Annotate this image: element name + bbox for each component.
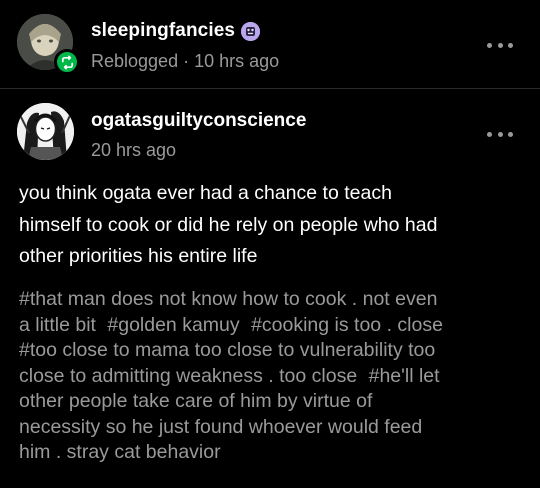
blog-badge-icon [241, 21, 261, 41]
tag-line: him . stray cat behavior [19, 440, 529, 466]
tag-link[interactable]: #cooking is too . close [251, 314, 443, 336]
tag-line: necessity so he just found whoever would… [19, 415, 529, 441]
post: sleepingfancies Reblogged · 10 hrs ago o… [0, 0, 540, 488]
tag-line: other people take care of him by virtue … [19, 389, 529, 415]
tag-link[interactable]: a little bit [19, 314, 96, 336]
tag-link[interactable]: #he'll let [369, 365, 440, 387]
more-options-icon[interactable] [487, 41, 513, 49]
tag-link[interactable]: him . stray cat behavior [19, 441, 221, 463]
tag-line: #that man does not know how to cook . no… [19, 287, 529, 313]
more-options-icon[interactable] [487, 130, 513, 138]
tag-link[interactable]: #too close to mama too close to vulnerab… [19, 339, 435, 361]
reblog-header: sleepingfancies Reblogged · 10 hrs ago [0, 0, 540, 88]
tag-line: a little bit #golden kamuy #cooking is t… [19, 313, 529, 339]
reblog-icon [54, 49, 80, 75]
tag-link[interactable]: #that man does not know how to cook . no… [19, 288, 437, 310]
tag-link[interactable]: #golden kamuy [107, 314, 239, 336]
tag-link[interactable]: close to admitting weakness . too close [19, 365, 357, 387]
tag-line: #too close to mama too close to vulnerab… [19, 338, 529, 364]
reblogger-name-row: sleepingfancies [91, 20, 261, 42]
avatar-image [17, 103, 74, 160]
tag-link[interactable]: necessity so he just found whoever would… [19, 416, 422, 438]
post-body: you think ogata ever had a chance to tea… [19, 178, 524, 273]
tag-line: close to admitting weakness . too close … [19, 364, 529, 390]
reblogger-name[interactable]: sleepingfancies [91, 20, 235, 42]
body-line: other priorities his entire life [19, 245, 258, 267]
divider [0, 88, 540, 89]
body-line: himself to cook or did he rely on people… [19, 213, 438, 236]
reblog-meta: Reblogged · 10 hrs ago [91, 51, 280, 71]
op-avatar[interactable] [17, 103, 74, 160]
op-blog-name[interactable]: ogatasguiltyconscience [91, 110, 306, 132]
post-tags: #that man does not know how to cook . no… [19, 287, 529, 466]
op-timestamp: 20 hrs ago [91, 140, 177, 160]
tag-link[interactable]: other people take care of him by virtue … [19, 390, 372, 412]
body-line: you think ogata ever had a chance to tea… [19, 182, 392, 204]
